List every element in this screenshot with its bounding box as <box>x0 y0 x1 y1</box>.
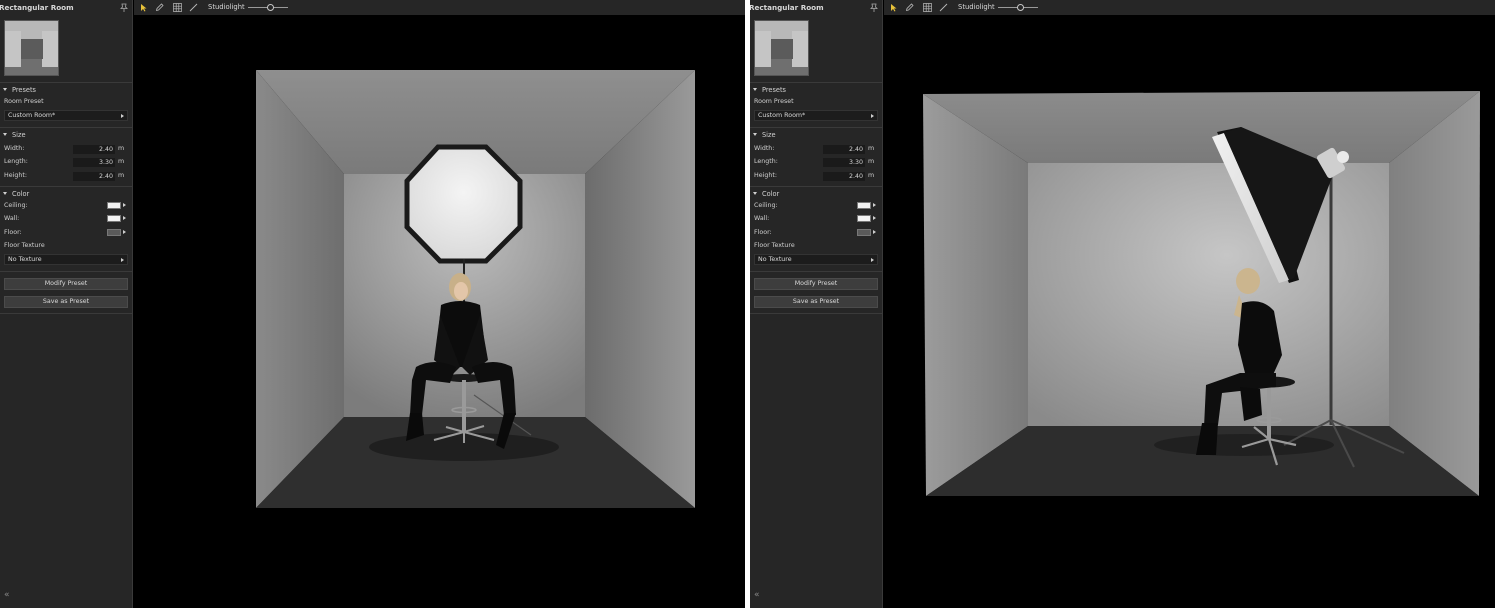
floor-texture-label: Floor Texture <box>4 242 45 249</box>
ceiling-color-arrow-icon[interactable] <box>873 203 876 207</box>
length-field[interactable]: 3.30 <box>823 158 865 167</box>
floor-texture-dropdown[interactable]: No Texture <box>4 254 128 265</box>
height-unit: m <box>868 172 875 179</box>
room-properties-panel: Rectangular Room Presets Room Preset Cus… <box>750 0 883 608</box>
length-unit: m <box>118 158 125 165</box>
width-label: Width: <box>754 145 775 152</box>
ceiling-color-swatch[interactable] <box>107 202 121 209</box>
ruler-icon[interactable] <box>939 3 948 12</box>
pin-icon[interactable] <box>870 3 878 12</box>
panel-title: Rectangular Room <box>0 3 74 12</box>
width-unit: m <box>868 145 875 152</box>
collapse-triangle-icon <box>3 192 7 195</box>
size-section-header[interactable]: Size <box>3 131 26 139</box>
select-arrow-icon[interactable] <box>139 3 148 12</box>
studiolight-label: Studiolight <box>958 3 995 11</box>
presets-section-header[interactable]: Presets <box>753 86 786 94</box>
collapse-triangle-icon <box>753 192 757 195</box>
floor-label: Floor: <box>754 229 772 236</box>
color-section-header[interactable]: Color <box>753 190 779 198</box>
size-section-header[interactable]: Size <box>753 131 776 139</box>
presets-section-header[interactable]: Presets <box>3 86 36 94</box>
room-properties-panel: Rectangular Room Presets Room Preset Cus… <box>0 0 133 608</box>
ceiling-label: Ceiling: <box>4 202 28 209</box>
room-preset-dropdown[interactable]: Custom Room* <box>754 110 878 121</box>
grid-icon[interactable] <box>923 3 932 12</box>
room-preview-thumbnail[interactable] <box>754 20 809 76</box>
height-field[interactable]: 2.40 <box>823 172 865 181</box>
modify-preset-button[interactable]: Modify Preset <box>754 278 878 290</box>
color-section-header[interactable]: Color <box>3 190 29 198</box>
floor-texture-dropdown[interactable]: No Texture <box>754 254 878 265</box>
editor-window-side-view: Rectangular Room Presets Room Preset Cus… <box>750 0 1495 608</box>
select-arrow-icon[interactable] <box>889 3 898 12</box>
dropdown-arrow-icon <box>121 257 124 262</box>
length-label: Length: <box>754 158 778 165</box>
width-label: Width: <box>4 145 25 152</box>
studiolight-label: Studiolight <box>208 3 245 11</box>
grid-icon[interactable] <box>173 3 182 12</box>
height-label: Height: <box>4 172 27 179</box>
collapse-chevrons-icon[interactable]: « <box>754 590 760 600</box>
viewport-toolbar: Studiolight <box>134 0 745 15</box>
width-field[interactable]: 2.40 <box>73 145 115 154</box>
floor-label: Floor: <box>4 229 22 236</box>
collapse-triangle-icon <box>753 133 757 136</box>
pencil-icon[interactable] <box>905 3 914 12</box>
height-label: Height: <box>754 172 777 179</box>
room-preset-label: Room Preset <box>754 98 794 105</box>
collapse-triangle-icon <box>753 88 757 91</box>
collapse-chevrons-icon[interactable]: « <box>4 590 10 600</box>
wall-color-arrow-icon[interactable] <box>123 216 126 220</box>
width-field[interactable]: 2.40 <box>823 145 865 154</box>
height-field[interactable]: 2.40 <box>73 172 115 181</box>
save-as-preset-button[interactable]: Save as Preset <box>4 296 128 308</box>
room-preview-thumbnail[interactable] <box>4 20 59 76</box>
room-render-side <box>923 91 1480 496</box>
wall-color-swatch[interactable] <box>857 215 871 222</box>
floor-color-swatch[interactable] <box>107 229 121 236</box>
floor-color-swatch[interactable] <box>857 229 871 236</box>
floor-color-arrow-icon[interactable] <box>873 230 876 234</box>
wall-color-arrow-icon[interactable] <box>873 216 876 220</box>
floor-texture-label: Floor Texture <box>754 242 795 249</box>
pencil-icon[interactable] <box>155 3 164 12</box>
height-unit: m <box>118 172 125 179</box>
floor-color-arrow-icon[interactable] <box>123 230 126 234</box>
room-preset-label: Room Preset <box>4 98 44 105</box>
save-as-preset-button[interactable]: Save as Preset <box>754 296 878 308</box>
collapse-triangle-icon <box>3 88 7 91</box>
collapse-triangle-icon <box>3 133 7 136</box>
ceiling-color-swatch[interactable] <box>857 202 871 209</box>
panel-title: Rectangular Room <box>750 3 824 12</box>
studiolight-slider-knob[interactable] <box>1017 4 1024 11</box>
room-preset-dropdown[interactable]: Custom Room* <box>4 110 128 121</box>
modify-preset-button[interactable]: Modify Preset <box>4 278 128 290</box>
pin-icon[interactable] <box>120 3 128 12</box>
length-unit: m <box>868 158 875 165</box>
ceiling-label: Ceiling: <box>754 202 778 209</box>
viewport-toolbar: Studiolight <box>884 0 1495 15</box>
length-field[interactable]: 3.30 <box>73 158 115 167</box>
editor-window-front-view: Rectangular Room Presets Room Preset Cus… <box>0 0 745 608</box>
ruler-icon[interactable] <box>189 3 198 12</box>
studiolight-slider-knob[interactable] <box>267 4 274 11</box>
ceiling-color-arrow-icon[interactable] <box>123 203 126 207</box>
wall-label: Wall: <box>754 215 770 222</box>
room-render-front <box>256 70 695 508</box>
dropdown-arrow-icon <box>871 257 874 262</box>
wall-color-swatch[interactable] <box>107 215 121 222</box>
width-unit: m <box>118 145 125 152</box>
wall-label: Wall: <box>4 215 20 222</box>
dropdown-arrow-icon <box>871 113 874 118</box>
dropdown-arrow-icon <box>121 113 124 118</box>
3d-viewport[interactable] <box>134 15 745 608</box>
length-label: Length: <box>4 158 28 165</box>
3d-viewport[interactable] <box>884 15 1495 608</box>
